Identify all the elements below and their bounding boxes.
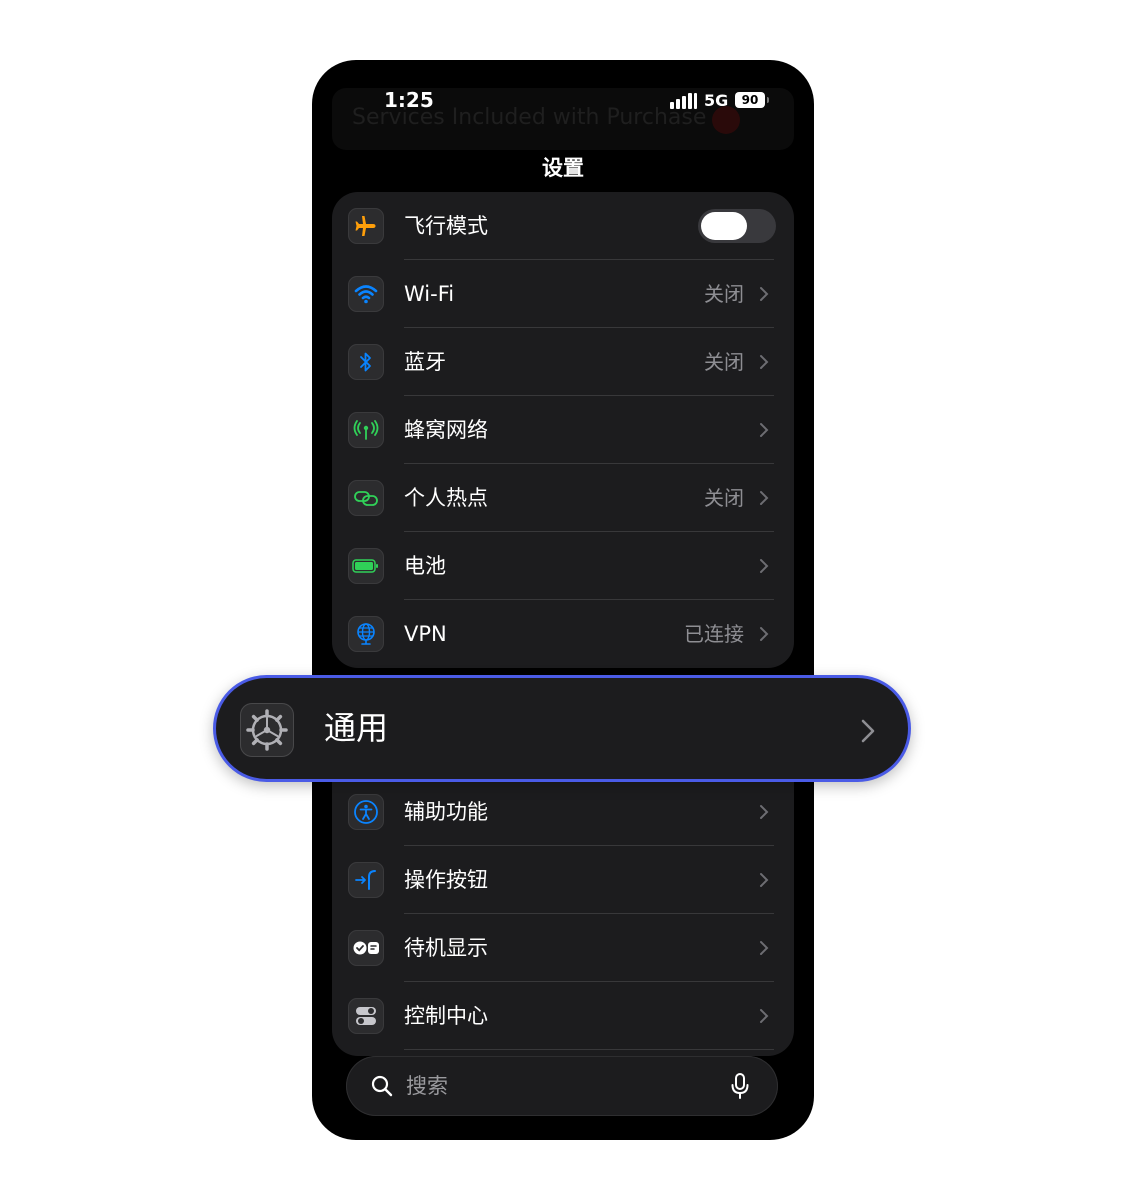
row-value: 关闭 bbox=[704, 350, 744, 374]
cellular-icon bbox=[348, 412, 384, 448]
standby-icon bbox=[348, 930, 384, 966]
row-label: 蜂窝网络 bbox=[404, 418, 488, 442]
hotspot-icon bbox=[348, 480, 384, 516]
row-wifi[interactable]: Wi-Fi 关闭 bbox=[332, 260, 794, 328]
search-input[interactable]: 搜索 bbox=[406, 1056, 448, 1116]
row-label: 辅助功能 bbox=[404, 800, 488, 824]
chevron-right-icon bbox=[861, 719, 875, 743]
bluetooth-icon bbox=[348, 344, 384, 380]
airplane-mode-toggle[interactable] bbox=[698, 209, 776, 243]
row-value: 关闭 bbox=[704, 486, 744, 510]
row-airplane-mode[interactable]: 飞行模式 bbox=[332, 192, 794, 260]
chevron-right-icon bbox=[760, 805, 769, 819]
row-accessibility[interactable]: 辅助功能 bbox=[332, 778, 794, 846]
system-group: 辅助功能 操作按钮 待机显示 控制中心 bbox=[332, 744, 794, 1056]
row-standby[interactable]: 待机显示 bbox=[332, 914, 794, 982]
row-value: 已连接 bbox=[684, 622, 744, 646]
chevron-right-icon bbox=[760, 491, 769, 505]
signal-icon bbox=[670, 93, 697, 109]
network-type: 5G bbox=[704, 91, 729, 110]
chevron-right-icon bbox=[760, 559, 769, 573]
chevron-right-icon bbox=[760, 355, 769, 369]
row-control-center[interactable]: 控制中心 bbox=[332, 982, 794, 1050]
divider bbox=[404, 1049, 774, 1050]
row-label: 飞行模式 bbox=[404, 214, 488, 238]
gear-icon bbox=[240, 703, 294, 757]
toggle-knob bbox=[701, 212, 747, 240]
row-label: 电池 bbox=[404, 554, 446, 578]
page-title: 设置 bbox=[542, 156, 584, 180]
row-label: 操作按钮 bbox=[404, 868, 488, 892]
status-bar: 1:25 5G 90 bbox=[312, 60, 814, 140]
chevron-right-icon bbox=[760, 423, 769, 437]
general-label: 通用 bbox=[324, 709, 389, 747]
status-time: 1:25 bbox=[384, 88, 434, 112]
battery-icon bbox=[348, 548, 384, 584]
globe-icon bbox=[348, 616, 384, 652]
row-label: 待机显示 bbox=[404, 936, 488, 960]
row-label: 蓝牙 bbox=[404, 350, 446, 374]
row-label: VPN bbox=[404, 622, 447, 646]
row-cellular[interactable]: 蜂窝网络 bbox=[332, 396, 794, 464]
search-icon bbox=[371, 1075, 393, 1097]
chevron-right-icon bbox=[760, 941, 769, 955]
action-button-icon bbox=[348, 862, 384, 898]
row-vpn[interactable]: VPN 已连接 bbox=[332, 600, 794, 668]
wifi-icon bbox=[348, 276, 384, 312]
chevron-right-icon bbox=[760, 287, 769, 301]
row-bluetooth[interactable]: 蓝牙 关闭 bbox=[332, 328, 794, 396]
chevron-right-icon bbox=[760, 873, 769, 887]
microphone-icon[interactable] bbox=[730, 1072, 750, 1100]
accessibility-icon bbox=[348, 794, 384, 830]
row-value: 关闭 bbox=[704, 282, 744, 306]
airplane-icon bbox=[348, 208, 384, 244]
row-label: 个人热点 bbox=[404, 486, 488, 510]
phone-screen: Services Included with Purchase 1:25 5G … bbox=[312, 60, 814, 1140]
row-label: 控制中心 bbox=[404, 1004, 488, 1028]
row-label: Wi-Fi bbox=[404, 282, 455, 306]
chevron-right-icon bbox=[760, 627, 769, 641]
connectivity-group: 飞行模式 Wi-Fi 关闭 蓝牙 关闭 蜂窝网络 个人热点 关闭 电池 VPN … bbox=[332, 192, 794, 668]
general-row-highlighted[interactable]: 通用 bbox=[213, 675, 911, 782]
row-action-button[interactable]: 操作按钮 bbox=[332, 846, 794, 914]
search-bar[interactable]: 搜索 bbox=[346, 1056, 778, 1116]
control-center-icon bbox=[348, 998, 384, 1034]
row-personal-hotspot[interactable]: 个人热点 关闭 bbox=[332, 464, 794, 532]
chevron-right-icon bbox=[760, 1009, 769, 1023]
row-battery[interactable]: 电池 bbox=[332, 532, 794, 600]
battery-tip bbox=[767, 97, 769, 103]
battery-level: 90 bbox=[735, 92, 765, 108]
